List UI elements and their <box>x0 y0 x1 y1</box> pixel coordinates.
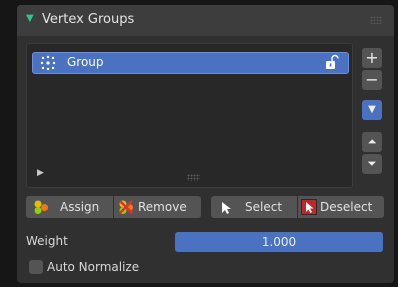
cursor-icon <box>220 200 232 222</box>
remove-label: Remove <box>138 200 187 214</box>
remove-group-button[interactable]: − <box>362 70 382 90</box>
triangle-up-icon: ⏶ <box>367 135 377 148</box>
resize-handle-icon[interactable] <box>187 174 200 181</box>
plus-icon: + <box>365 48 379 67</box>
remove-button[interactable]: Remove <box>114 196 201 218</box>
unlocked-icon[interactable] <box>324 54 340 74</box>
specials-menu-button[interactable]: ▼ <box>362 100 382 120</box>
deselect-label: Deselect <box>320 200 373 214</box>
panel-title: Vertex Groups <box>42 12 135 27</box>
auto-normalize-label[interactable]: Auto Normalize <box>47 260 139 274</box>
vertex-group-icon <box>40 55 56 75</box>
list-item-label[interactable]: Group <box>67 55 104 69</box>
list-item[interactable]: Group <box>32 52 349 74</box>
move-up-button[interactable]: ⏶ <box>362 132 382 152</box>
remove-icon <box>118 199 134 222</box>
deselect-cursor-icon <box>301 199 317 222</box>
drag-handle-icon[interactable] <box>370 16 382 24</box>
vertex-groups-panel: ▼ Vertex Groups Group ▶ + − ▼ ⏶ ⏷ Assign… <box>17 5 394 283</box>
weight-field[interactable]: 1.000 <box>175 232 383 252</box>
auto-normalize-checkbox[interactable] <box>29 260 43 274</box>
panel-header[interactable]: ▼ Vertex Groups <box>17 5 394 36</box>
chevron-down-icon: ▼ <box>368 104 376 115</box>
vertex-group-list[interactable]: Group ▶ <box>26 43 353 188</box>
select-label: Select <box>245 200 283 214</box>
weight-label: Weight <box>26 234 68 248</box>
assign-icon <box>33 199 49 222</box>
move-down-button[interactable]: ⏷ <box>362 154 382 174</box>
deselect-button[interactable]: Deselect <box>298 196 384 218</box>
assign-button[interactable]: Assign <box>26 196 113 218</box>
assign-label: Assign <box>60 200 100 214</box>
select-button[interactable]: Select <box>211 196 297 218</box>
add-group-button[interactable]: + <box>362 48 382 68</box>
minus-icon: − <box>365 70 379 89</box>
triangle-down-icon: ⏷ <box>367 157 377 170</box>
triangle-down-icon[interactable]: ▼ <box>26 13 34 24</box>
expand-filter-icon[interactable]: ▶ <box>37 168 44 178</box>
